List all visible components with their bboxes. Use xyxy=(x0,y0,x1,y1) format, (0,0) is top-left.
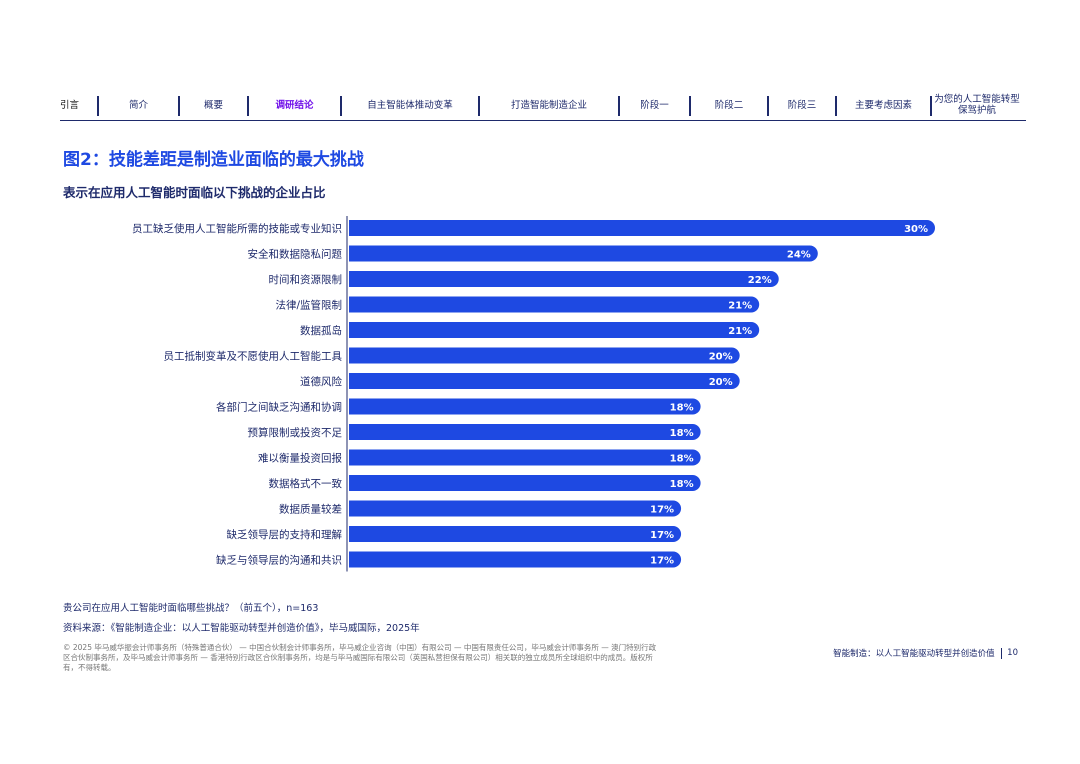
bar-base xyxy=(349,322,365,338)
bar-base xyxy=(349,500,365,517)
bar-value-label: 20% xyxy=(709,352,733,363)
bar-base xyxy=(349,347,365,364)
category-label: 数据格式不一致 xyxy=(269,477,343,490)
bar-value-label: 21% xyxy=(728,301,752,312)
bar xyxy=(349,424,701,440)
bar xyxy=(349,271,779,287)
bar-value-label: 18% xyxy=(670,403,694,414)
bar-base xyxy=(349,271,365,287)
bar-value-label: 21% xyxy=(728,326,752,337)
page-number: 10 xyxy=(1007,648,1018,658)
category-label: 难以衡量投资回报 xyxy=(258,452,342,465)
nav-item-autonomous-agents[interactable]: 自主智能体推动变革 xyxy=(342,94,478,116)
survey-question-note: 贵公司在应用人工智能时面临哪些挑战？（前五个），n=163 xyxy=(63,603,319,614)
bar-base xyxy=(349,526,365,542)
top-navigation: 引言 简介 概要 调研结论 自主智能体推动变革 打造智能制造企业 阶段一 阶段二… xyxy=(60,94,1026,121)
category-label: 员工抵制变革及不愿使用人工智能工具 xyxy=(164,350,343,363)
category-label: 数据质量较差 xyxy=(279,503,342,516)
bar-value-label: 17% xyxy=(650,556,674,567)
category-label: 法律/监管限制 xyxy=(275,299,342,312)
footer-doc-title: 智能制造：以人工智能驱动转型并创造价值 xyxy=(833,649,995,659)
bar xyxy=(349,475,701,491)
nav-item-intro[interactable]: 引言 xyxy=(60,94,90,116)
nav-underline xyxy=(60,120,1026,121)
bar xyxy=(349,398,701,415)
bar-base xyxy=(349,449,365,466)
bar-base xyxy=(349,220,365,236)
nav-item-stage-three[interactable]: 阶段三 xyxy=(769,94,835,116)
nav-item-smart-manufacturing[interactable]: 打造智能制造企业 xyxy=(480,94,618,116)
category-label: 缺乏领导层的支持和理解 xyxy=(227,528,343,541)
category-label: 预算限制或投资不足 xyxy=(248,426,343,439)
category-label: 安全和数据隐私问题 xyxy=(248,248,343,261)
nav-item-overview[interactable]: 简介 xyxy=(99,94,178,116)
bar-base xyxy=(349,475,365,491)
bar-value-label: 18% xyxy=(670,454,694,465)
category-label: 道德风险 xyxy=(300,375,342,388)
footer-doc-info: 智能制造：以人工智能驱动转型并创造价值 10 xyxy=(800,647,1018,659)
nav-item-ai-transformation[interactable]: 为您的人工智能转型保驾护航 xyxy=(932,94,1022,116)
bar xyxy=(349,296,760,313)
bar-value-label: 18% xyxy=(670,479,694,490)
figure-title: 图2：技能差距是制造业面临的最大挑战 xyxy=(63,150,364,170)
nav-item-stage-one[interactable]: 阶段一 xyxy=(620,94,689,116)
bar-base xyxy=(349,424,365,440)
category-label: 数据孤岛 xyxy=(300,324,342,337)
bar-value-label: 22% xyxy=(748,275,772,286)
bar xyxy=(349,449,701,466)
bar-value-label: 18% xyxy=(670,428,694,439)
bar xyxy=(349,373,740,389)
bar-value-label: 17% xyxy=(650,530,674,541)
bar-value-label: 17% xyxy=(650,505,674,516)
bar-base xyxy=(349,551,365,568)
bar xyxy=(349,347,740,364)
category-label: 各部门之间缺乏沟通和协调 xyxy=(216,401,342,414)
nav-item-findings[interactable]: 调研结论 xyxy=(249,94,340,116)
bar xyxy=(349,322,760,338)
figure-subtitle: 表示在应用人工智能时面临以下挑战的企业占比 xyxy=(63,185,326,200)
category-label: 时间和资源限制 xyxy=(269,273,343,286)
bar-chart: 员工缺乏使用人工智能所需的技能或专业知识 30% 安全和数据隐私问题 24% 时间和资源… xyxy=(132,216,935,572)
bar xyxy=(349,245,818,262)
bar-base xyxy=(349,373,365,389)
bar xyxy=(349,551,682,568)
copyright-text: © 2025 毕马威华振会计师事务所（特殊普通合伙） — 中国合伙制会计师事务所… xyxy=(63,643,657,672)
bar-value-label: 30% xyxy=(904,224,928,235)
nav-item-key-considerations[interactable]: 主要考虑因素 xyxy=(837,94,930,116)
category-label: 员工缺乏使用人工智能所需的技能或专业知识 xyxy=(132,222,342,235)
bar-base xyxy=(349,245,365,262)
bar xyxy=(349,526,682,542)
source-note: 资料来源：《智能制造企业：以人工智能驱动转型并创造价值》，毕马威国际，2025年 xyxy=(63,623,420,634)
bar-base xyxy=(349,296,365,313)
bar-value-label: 20% xyxy=(709,377,733,388)
nav-item-summary[interactable]: 概要 xyxy=(180,94,247,116)
bar-value-label: 24% xyxy=(787,250,811,261)
nav-item-stage-two[interactable]: 阶段二 xyxy=(691,94,767,116)
bar xyxy=(349,500,682,517)
bar-base xyxy=(349,398,365,415)
category-label: 缺乏与领导层的沟通和共识 xyxy=(216,554,342,567)
footer-separator xyxy=(1000,647,1003,659)
bar xyxy=(349,220,935,236)
